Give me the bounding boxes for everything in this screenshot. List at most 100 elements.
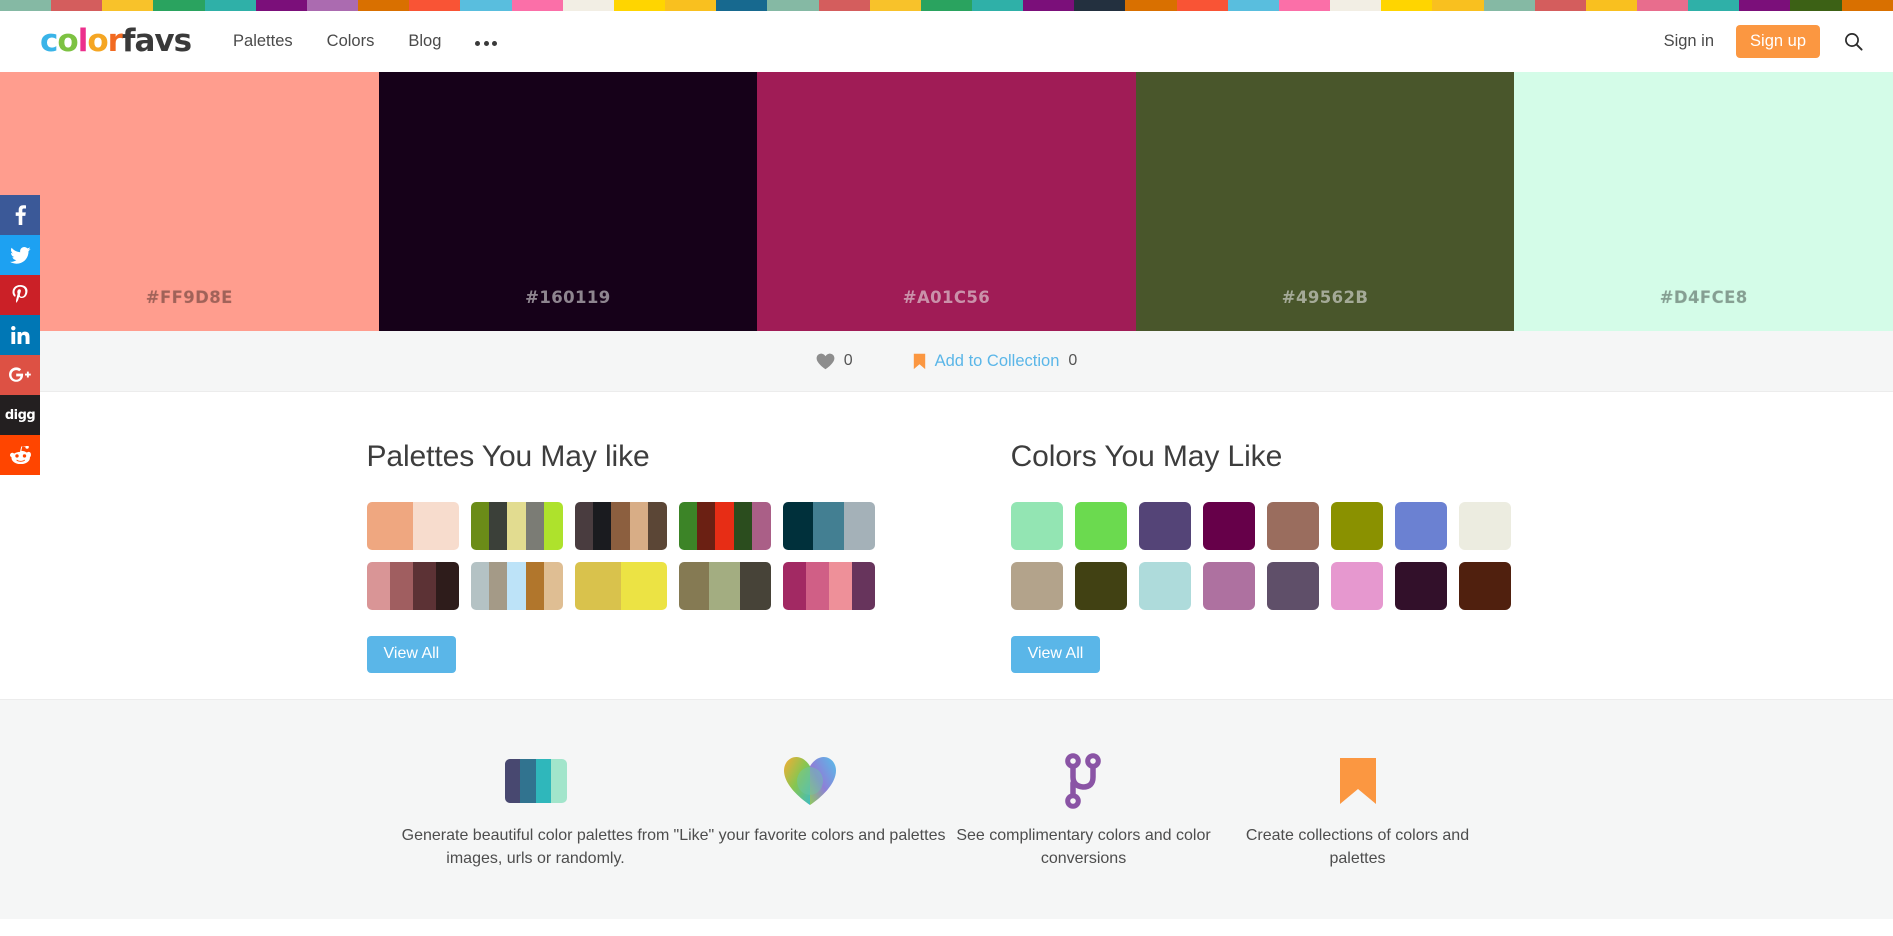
logo-letter: o — [87, 26, 107, 57]
thumbnail-color-band — [829, 562, 852, 610]
palette-swatch[interactable]: #D4FCE8 — [1514, 72, 1893, 331]
thumbnail-color-band — [679, 562, 710, 610]
strip-segment — [1074, 0, 1125, 11]
color-thumbnail[interactable] — [1395, 562, 1447, 610]
swatch-hex-label: #FF9D8E — [146, 288, 233, 307]
color-thumbnail[interactable] — [1011, 562, 1063, 610]
linkedin-share-button[interactable] — [0, 315, 40, 355]
swatch-hex-label: #49562B — [1282, 288, 1369, 307]
thumbnail-color-band — [413, 502, 459, 550]
colors-section-title: Colors You May Like — [1011, 440, 1527, 474]
strip-segment — [563, 0, 614, 11]
thumbnail-color-band — [367, 562, 390, 610]
bookmark-icon — [913, 353, 926, 370]
thumbnail-color-band — [844, 502, 875, 550]
palette-thumbnail[interactable] — [575, 562, 667, 610]
thumbnail-color-band — [507, 562, 525, 610]
thumbnail-color-band — [593, 502, 611, 550]
like-button[interactable]: 0 — [816, 352, 853, 370]
search-icon[interactable] — [1844, 32, 1863, 51]
ellipsis-icon[interactable] — [475, 38, 497, 46]
thumbnail-color-band — [489, 562, 507, 610]
palette-swatch[interactable]: #49562B — [1136, 72, 1515, 331]
strip-segment — [1023, 0, 1074, 11]
color-thumbnail[interactable] — [1011, 502, 1063, 550]
logo-letter: o — [57, 26, 77, 57]
thumbnail-color-band — [806, 562, 829, 610]
palette-thumbnail[interactable] — [679, 562, 771, 610]
palettes-view-all-button[interactable]: View All — [367, 636, 457, 673]
strip-segment — [51, 0, 102, 11]
pinterest-share-button[interactable] — [0, 275, 40, 315]
color-thumbnail[interactable] — [1139, 502, 1191, 550]
strip-segment — [1739, 0, 1790, 11]
thumbnail-color-band — [526, 562, 544, 610]
color-thumbnail[interactable] — [1203, 562, 1255, 610]
sign-in-link[interactable]: Sign in — [1664, 32, 1714, 51]
digg-share-button[interactable]: digg — [0, 395, 40, 435]
site-header: colorfavs Palettes Colors Blog Sign in S… — [0, 11, 1893, 72]
color-thumbnail[interactable] — [1331, 502, 1383, 550]
palette-thumbnail[interactable] — [471, 502, 563, 550]
reddit-share-button[interactable] — [0, 435, 40, 475]
color-thumbnail[interactable] — [1459, 562, 1511, 610]
thumbnail-color-band — [783, 502, 814, 550]
strip-segment — [512, 0, 563, 11]
strip-segment — [256, 0, 307, 11]
palette-thumbnail[interactable] — [471, 562, 563, 610]
strip-segment — [409, 0, 460, 11]
feature-text: See complimentary colors and color conve… — [947, 824, 1221, 870]
palette-swatch[interactable]: #160119 — [379, 72, 758, 331]
strip-segment — [921, 0, 972, 11]
strip-segment — [1330, 0, 1381, 11]
strip-segment — [1637, 0, 1688, 11]
add-to-collection-button[interactable]: Add to Collection 0 — [913, 352, 1078, 371]
strip-segment — [1688, 0, 1739, 11]
palette-stripes-icon — [505, 752, 567, 810]
feature-like-colors: "Like" your favorite colors and palettes — [673, 752, 947, 847]
color-thumbnail[interactable] — [1203, 502, 1255, 550]
thumbnail-color-band — [715, 502, 733, 550]
palette-thumbnail[interactable] — [783, 562, 875, 610]
colors-view-all-button[interactable]: View All — [1011, 636, 1101, 673]
palette-swatch[interactable]: #FF9D8E — [0, 72, 379, 331]
palette-thumbnail[interactable] — [783, 502, 875, 550]
sign-up-button[interactable]: Sign up — [1736, 25, 1820, 59]
color-thumbnail[interactable] — [1139, 562, 1191, 610]
nav-palettes[interactable]: Palettes — [233, 33, 293, 50]
thumbnail-color-band — [413, 562, 436, 610]
twitter-share-button[interactable] — [0, 235, 40, 275]
strip-segment — [1842, 0, 1893, 11]
stripe-band — [536, 759, 552, 803]
thumbnail-color-band — [752, 502, 770, 550]
thumbnail-color-band — [575, 562, 621, 610]
swatch-hex-label: #D4FCE8 — [1660, 288, 1748, 307]
header-actions: Sign in Sign up — [1664, 25, 1863, 59]
thumbnail-color-band — [544, 502, 562, 550]
palette-thumbnail[interactable] — [367, 562, 459, 610]
facebook-share-button[interactable] — [0, 195, 40, 235]
palette-swatch[interactable]: #A01C56 — [757, 72, 1136, 331]
color-thumbnail[interactable] — [1075, 562, 1127, 610]
palette-thumbnail[interactable] — [367, 502, 459, 550]
color-thumbnail[interactable] — [1331, 562, 1383, 610]
nav-blog[interactable]: Blog — [408, 33, 441, 50]
color-thumbnail[interactable] — [1075, 502, 1127, 550]
brand-logo[interactable]: colorfavs — [40, 26, 191, 57]
color-thumbnail[interactable] — [1459, 502, 1511, 550]
thumbnail-color-band — [697, 502, 715, 550]
color-thumbnail[interactable] — [1395, 502, 1447, 550]
color-thumbnail[interactable] — [1267, 502, 1319, 550]
colors-recommendation-column: Colors You May Like View All — [1011, 440, 1527, 673]
strip-segment — [460, 0, 511, 11]
strip-segment — [1535, 0, 1586, 11]
googleplus-share-button[interactable] — [0, 355, 40, 395]
nav-colors[interactable]: Colors — [327, 33, 375, 50]
color-thumbnail[interactable] — [1267, 562, 1319, 610]
feature-text: Generate beautiful color palettes from i… — [399, 824, 673, 870]
stripe-band — [505, 759, 521, 803]
strip-segment — [1125, 0, 1176, 11]
palette-thumbnail[interactable] — [679, 502, 771, 550]
thumbnail-color-band — [436, 562, 459, 610]
palette-thumbnail[interactable] — [575, 502, 667, 550]
